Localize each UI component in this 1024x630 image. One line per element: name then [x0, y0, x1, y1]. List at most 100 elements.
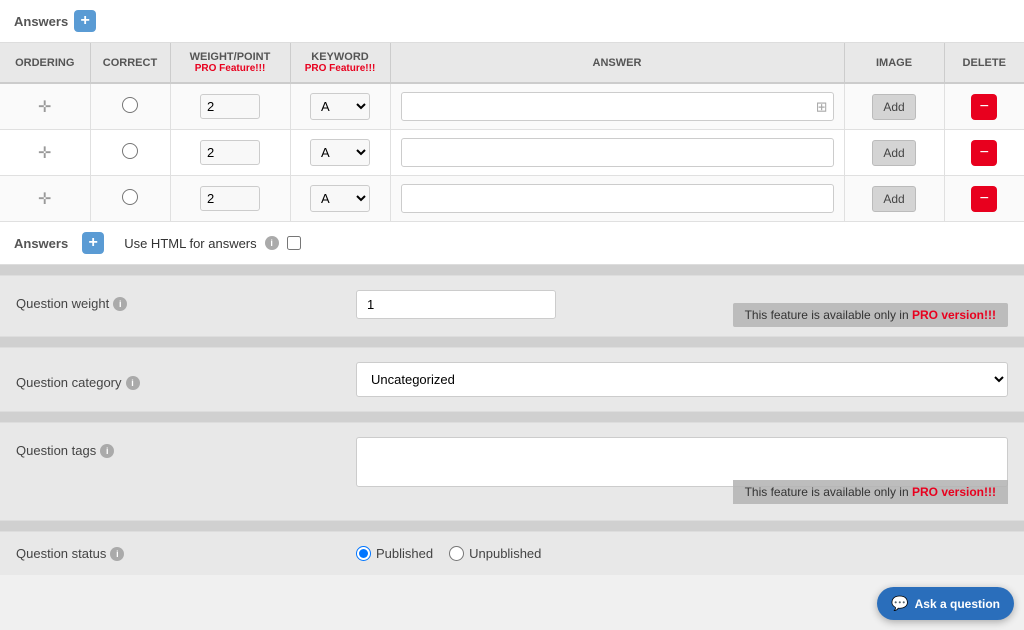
keyword-cell: A	[290, 83, 390, 130]
weight-cell	[170, 176, 290, 222]
keyword-select[interactable]: A	[310, 139, 370, 166]
th-answer: ANSWER	[390, 43, 844, 83]
add-answer-bottom-button[interactable]: +	[82, 232, 104, 254]
delete-cell: −	[944, 130, 1024, 176]
question-category-section: Question category i Uncategorized	[0, 347, 1024, 412]
ordering-cell: ✛	[0, 83, 90, 130]
image-cell: Add	[844, 83, 944, 130]
th-delete: DELETE	[944, 43, 1024, 83]
correct-radio[interactable]	[122, 97, 138, 113]
answers-table: ORDERING CORRECT WEIGHT/POINT PRO Featur…	[0, 43, 1024, 222]
answer-input-wrapper: ⊞	[401, 92, 834, 121]
weight-cell	[170, 83, 290, 130]
answer-input[interactable]	[401, 138, 834, 167]
answer-input[interactable]	[401, 92, 834, 121]
section-divider-1	[0, 265, 1024, 275]
status-published-radio[interactable]	[356, 546, 371, 561]
grid-icon: ⊞	[816, 98, 828, 115]
question-tags-row: Question tags i This feature is availabl…	[0, 423, 1024, 520]
weight-input[interactable]	[200, 140, 260, 165]
weight-input[interactable]	[200, 186, 260, 211]
table-row: ✛ A Add −	[0, 176, 1024, 222]
keyword-cell: A	[290, 176, 390, 222]
th-weight-pro: PRO Feature!!!	[181, 63, 280, 74]
question-category-select[interactable]: Uncategorized	[356, 362, 1008, 397]
drag-handle-icon[interactable]: ✛	[38, 99, 51, 116]
table-row: ✛ A ⊞ Add −	[0, 83, 1024, 130]
status-unpublished-label: Unpublished	[469, 546, 541, 561]
answers-bottom-footer: Answers + Use HTML for answers i	[0, 222, 1024, 265]
question-status-section: Question status i Published Unpublished	[0, 531, 1024, 575]
weight-pro-text: PRO version!!!	[912, 308, 996, 322]
status-published-label: Published	[376, 546, 433, 561]
answer-cell	[390, 176, 844, 222]
image-cell: Add	[844, 176, 944, 222]
weight-cell	[170, 130, 290, 176]
question-weight-label: Question weight i	[16, 290, 356, 311]
keyword-cell: A	[290, 130, 390, 176]
ask-bubble-label: Ask a question	[915, 597, 1000, 611]
th-ordering: ORDERING	[0, 43, 90, 83]
question-weight-section: Question weight i This feature is availa…	[0, 275, 1024, 337]
section-divider-4	[0, 521, 1024, 531]
correct-radio[interactable]	[122, 189, 138, 205]
table-row: ✛ A Add −	[0, 130, 1024, 176]
question-weight-input[interactable]	[356, 290, 556, 319]
delete-row-button[interactable]: −	[971, 94, 997, 120]
th-weight: WEIGHT/POINT PRO Feature!!!	[170, 43, 290, 83]
ordering-cell: ✛	[0, 176, 90, 222]
question-tags-info-icon: i	[100, 444, 114, 458]
question-weight-pro-overlay: This feature is available only in PRO ve…	[733, 303, 1008, 327]
answers-bottom-label: Answers	[14, 236, 68, 251]
status-unpublished-radio[interactable]	[449, 546, 464, 561]
delete-row-button[interactable]: −	[971, 186, 997, 212]
drag-handle-icon[interactable]: ✛	[38, 145, 51, 162]
correct-cell	[90, 130, 170, 176]
question-category-row: Question category i Uncategorized	[0, 348, 1024, 411]
ask-question-bubble[interactable]: Ask a question	[877, 587, 1014, 620]
delete-cell: −	[944, 83, 1024, 130]
status-published-option[interactable]: Published	[356, 546, 433, 561]
answer-cell: ⊞	[390, 83, 844, 130]
status-unpublished-option[interactable]: Unpublished	[449, 546, 541, 561]
correct-radio[interactable]	[122, 143, 138, 159]
html-checkbox[interactable]	[287, 236, 301, 250]
table-header-row: ORDERING CORRECT WEIGHT/POINT PRO Featur…	[0, 43, 1024, 83]
th-correct: CORRECT	[90, 43, 170, 83]
add-image-button[interactable]: Add	[872, 186, 915, 212]
correct-cell	[90, 83, 170, 130]
question-category-label: Question category i	[16, 369, 356, 390]
question-weight-row: Question weight i This feature is availa…	[0, 276, 1024, 336]
delete-cell: −	[944, 176, 1024, 222]
question-tags-control: This feature is available only in PRO ve…	[356, 437, 1008, 490]
ordering-cell: ✛	[0, 130, 90, 176]
th-keyword: KEYWORD PRO Feature!!!	[290, 43, 390, 83]
answer-input[interactable]	[401, 184, 834, 213]
question-status-info-icon: i	[110, 547, 124, 561]
html-label: Use HTML for answers	[124, 236, 256, 251]
weight-input[interactable]	[200, 94, 260, 119]
question-tags-section: Question tags i This feature is availabl…	[0, 422, 1024, 521]
answer-cell	[390, 130, 844, 176]
tags-pro-text: PRO version!!!	[912, 485, 996, 499]
question-status-label: Question status i	[16, 546, 356, 561]
question-category-control: Uncategorized	[356, 362, 1008, 397]
question-tags-pro-overlay: This feature is available only in PRO ve…	[733, 480, 1008, 504]
th-keyword-pro: PRO Feature!!!	[301, 63, 380, 74]
add-image-button[interactable]: Add	[872, 94, 915, 120]
section-divider-2	[0, 337, 1024, 347]
question-category-info-icon: i	[126, 376, 140, 390]
question-weight-info-icon: i	[113, 297, 127, 311]
add-image-button[interactable]: Add	[872, 140, 915, 166]
drag-handle-icon[interactable]: ✛	[38, 191, 51, 208]
image-cell: Add	[844, 130, 944, 176]
keyword-select[interactable]: A	[310, 185, 370, 212]
status-options: Published Unpublished	[356, 546, 541, 561]
correct-cell	[90, 176, 170, 222]
question-tags-label: Question tags i	[16, 437, 356, 458]
keyword-select[interactable]: A	[310, 93, 370, 120]
answers-top-label: Answers	[14, 14, 68, 29]
add-answer-top-button[interactable]: +	[74, 10, 96, 32]
delete-row-button[interactable]: −	[971, 140, 997, 166]
th-image: IMAGE	[844, 43, 944, 83]
